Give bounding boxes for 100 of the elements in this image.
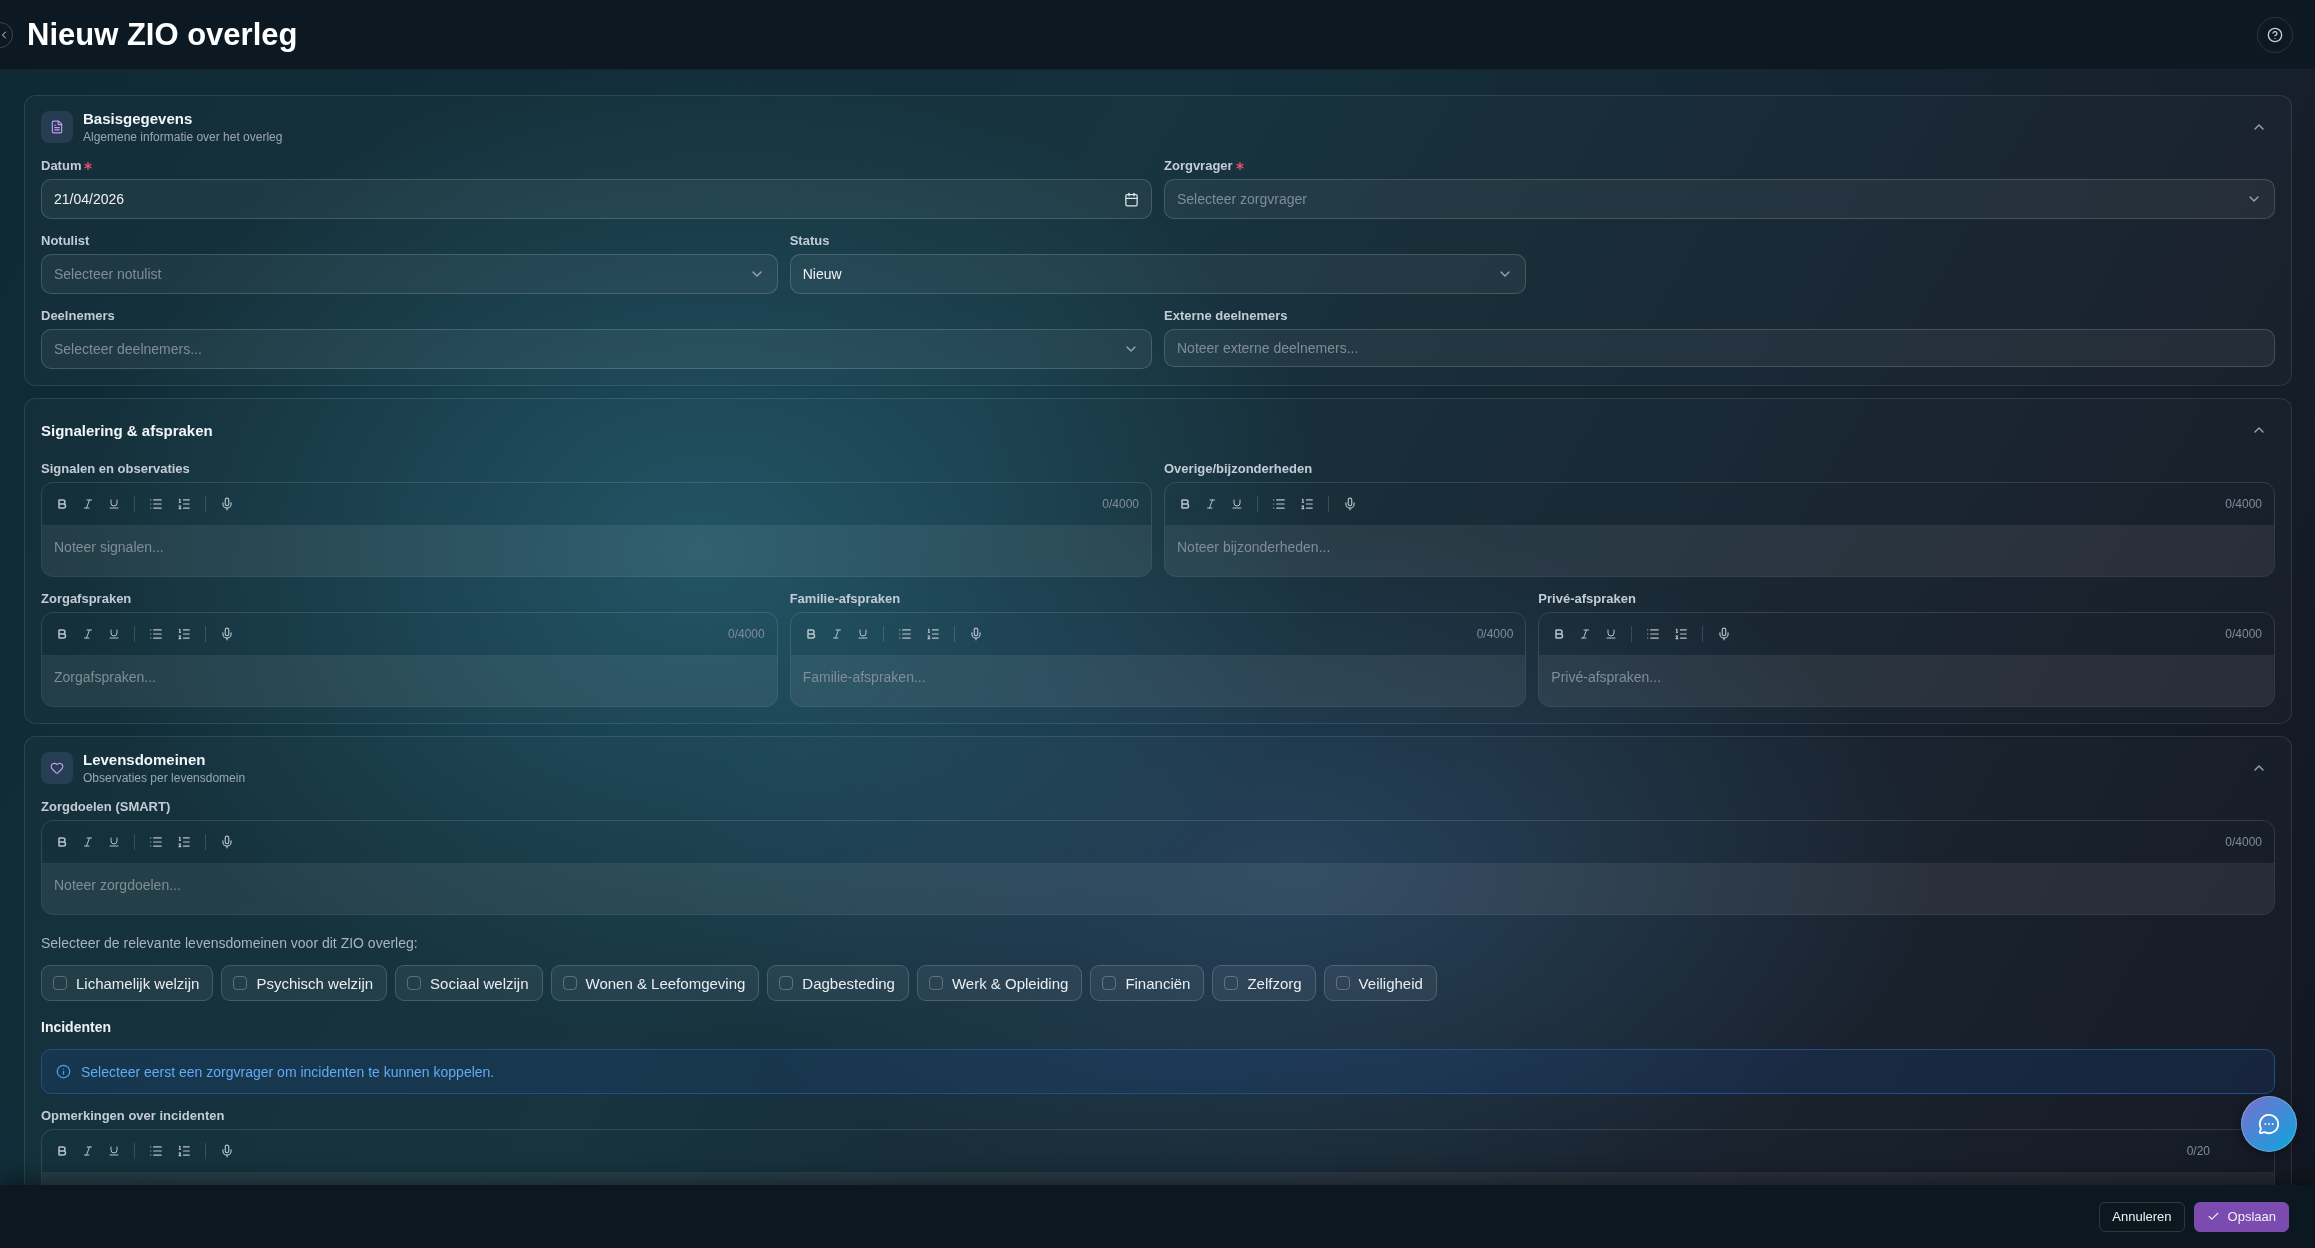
bullet-list-icon[interactable] bbox=[149, 835, 163, 849]
numbered-list-icon[interactable] bbox=[925, 627, 940, 641]
checkbox[interactable] bbox=[779, 976, 794, 990]
bullet-list-icon[interactable] bbox=[149, 1144, 163, 1158]
italic-icon[interactable] bbox=[82, 836, 94, 848]
bold-icon[interactable] bbox=[56, 1145, 68, 1157]
bold-icon[interactable] bbox=[804, 628, 817, 640]
underline-icon[interactable] bbox=[1605, 628, 1618, 640]
underline-icon[interactable] bbox=[1231, 498, 1243, 510]
italic-icon[interactable] bbox=[830, 628, 843, 640]
checkbox[interactable] bbox=[233, 976, 248, 990]
domain-chip[interactable]: Dagbesteding bbox=[767, 965, 909, 1001]
numbered-list-icon[interactable] bbox=[177, 835, 191, 849]
character-counter: 0/4000 bbox=[2225, 627, 2262, 641]
checkbox[interactable] bbox=[1102, 976, 1117, 990]
field-label: Opmerkingen over incidenten bbox=[41, 1108, 226, 1123]
microphone-icon[interactable] bbox=[1717, 627, 1732, 641]
bold-icon[interactable] bbox=[56, 628, 68, 640]
underline-icon[interactable] bbox=[856, 628, 869, 640]
field-label: Familie-afspraken bbox=[789, 591, 902, 606]
section-title: Signalering & afspraken bbox=[41, 421, 214, 439]
section-subtitle: Algemene informatie over het overleg bbox=[83, 130, 284, 144]
section-title: Basisgegevens bbox=[83, 110, 194, 127]
field-label: Datum bbox=[41, 158, 82, 173]
bold-icon[interactable] bbox=[56, 836, 68, 848]
field-label: Privé-afspraken bbox=[1538, 591, 1637, 606]
domain-chip[interactable]: Lichamelijk welzijn bbox=[41, 965, 214, 1001]
domain-chip[interactable]: Veiligheid bbox=[1323, 965, 1437, 1001]
date-field[interactable]: 21/04/2026 bbox=[41, 179, 1152, 219]
character-counter: 0/4000 bbox=[1102, 497, 1139, 511]
italic-icon[interactable] bbox=[82, 628, 94, 640]
help-icon bbox=[2267, 26, 2283, 43]
instruction-text: Selecteer de relevante levensdomeinen voor dit ZIO overleg: bbox=[41, 935, 419, 951]
field-label: Zorgvrager bbox=[1164, 158, 1233, 173]
chat-button[interactable] bbox=[2241, 1096, 2297, 1152]
field-label: Overige/bijzonderheden bbox=[1164, 461, 1314, 476]
save-button[interactable]: Opslaan bbox=[2193, 1201, 2289, 1232]
italic-icon[interactable] bbox=[82, 1145, 94, 1157]
microphone-icon[interactable] bbox=[220, 1144, 234, 1158]
italic-icon[interactable] bbox=[1579, 628, 1592, 640]
domain-chip[interactable]: Werk & Opleiding bbox=[916, 965, 1083, 1001]
underline-icon[interactable] bbox=[108, 628, 120, 640]
field-label: Notulist bbox=[41, 233, 90, 248]
bold-icon[interactable] bbox=[1553, 628, 1566, 640]
select-field[interactable]: Nieuw bbox=[789, 254, 1527, 294]
underline-icon[interactable] bbox=[108, 1145, 120, 1157]
domain-chip[interactable]: Sociaal welzijn bbox=[395, 965, 543, 1001]
microphone-icon[interactable] bbox=[220, 497, 234, 511]
field-label: Externe deelnemers bbox=[1164, 308, 1288, 323]
calendar-icon[interactable] bbox=[1124, 191, 1139, 207]
bold-icon[interactable] bbox=[56, 498, 68, 510]
field-label: Deelnemers bbox=[41, 308, 115, 323]
select-field[interactable]: Selecteer notulist bbox=[41, 254, 778, 294]
numbered-list-icon[interactable] bbox=[1300, 497, 1314, 511]
checkbox[interactable] bbox=[53, 976, 67, 990]
checkbox[interactable] bbox=[562, 976, 577, 990]
bullet-list-icon[interactable] bbox=[149, 497, 163, 511]
domain-chip[interactable]: Zelfzorg bbox=[1212, 965, 1316, 1001]
domain-chip[interactable]: Wonen & Leefomgeving bbox=[550, 965, 760, 1001]
checkbox[interactable] bbox=[1224, 976, 1239, 990]
microphone-icon[interactable] bbox=[968, 627, 983, 641]
character-counter: 0/4000 bbox=[1476, 627, 1514, 641]
microphone-icon[interactable] bbox=[220, 627, 234, 641]
underline-icon[interactable] bbox=[108, 498, 120, 510]
section-title: Levensdomeinen bbox=[83, 751, 207, 768]
checkbox[interactable] bbox=[1335, 976, 1350, 990]
subsection-heading: Incidenten bbox=[41, 1019, 112, 1035]
checkbox[interactable] bbox=[928, 976, 943, 990]
select-field[interactable]: Selecteer deelnemers... bbox=[41, 329, 1152, 369]
document-icon bbox=[41, 111, 73, 143]
microphone-icon[interactable] bbox=[220, 835, 234, 849]
chat-bubble-icon bbox=[2258, 1113, 2280, 1135]
check-icon bbox=[2206, 1210, 2220, 1223]
domain-chip[interactable]: Financiën bbox=[1090, 965, 1205, 1001]
italic-icon[interactable] bbox=[82, 498, 94, 510]
checkbox[interactable] bbox=[407, 976, 422, 990]
domain-chip[interactable]: Psychisch welzijn bbox=[221, 965, 388, 1001]
field-label: Zorgafspraken bbox=[41, 591, 133, 606]
bullet-list-icon[interactable] bbox=[897, 627, 912, 641]
bullet-list-icon[interactable] bbox=[1272, 497, 1286, 511]
numbered-list-icon[interactable] bbox=[177, 627, 191, 641]
character-counter: 0/4000 bbox=[2225, 497, 2262, 511]
microphone-icon[interactable] bbox=[1343, 497, 1357, 511]
notice-text: Selecteer eerst een zorgvrager om incidenten te kunnen koppelen. bbox=[81, 1063, 495, 1080]
cancel-button[interactable]: Annuleren bbox=[2099, 1201, 2185, 1232]
field-label: Zorgdoelen (SMART) bbox=[41, 799, 172, 814]
character-counter: 0/20 bbox=[2186, 1144, 2210, 1158]
underline-icon[interactable] bbox=[108, 836, 120, 848]
numbered-list-icon[interactable] bbox=[1674, 627, 1689, 641]
numbered-list-icon[interactable] bbox=[177, 497, 191, 511]
numbered-list-icon[interactable] bbox=[177, 1144, 191, 1158]
bullet-list-icon[interactable] bbox=[149, 627, 163, 641]
character-counter: 0/4000 bbox=[727, 627, 765, 641]
section-subtitle: Observaties per levensdomein bbox=[83, 771, 247, 785]
bullet-list-icon[interactable] bbox=[1646, 627, 1661, 641]
italic-icon[interactable] bbox=[1205, 498, 1217, 510]
bold-icon[interactable] bbox=[1179, 498, 1191, 510]
character-counter: 0/4000 bbox=[2225, 835, 2262, 849]
info-icon bbox=[56, 1064, 71, 1079]
page-title: Nieuw ZIO overleg bbox=[27, 16, 299, 53]
